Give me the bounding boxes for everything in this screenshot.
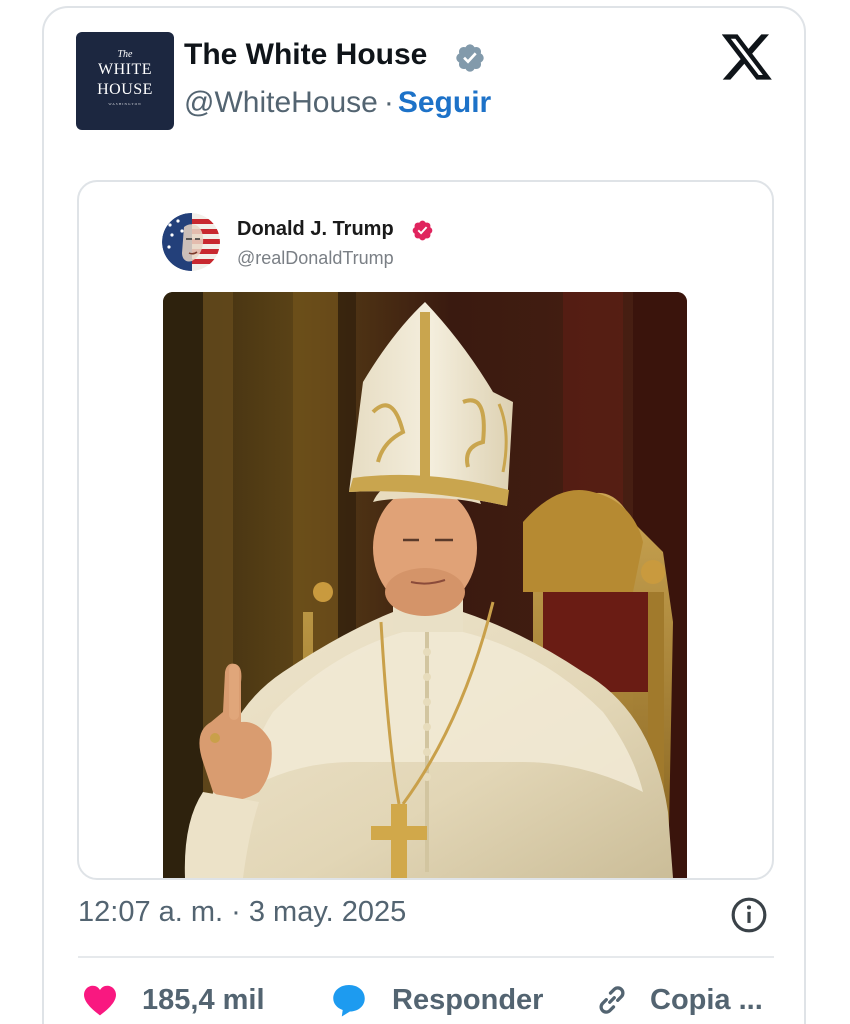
avatar-logo-sub: WASHINGTON	[108, 102, 142, 106]
follow-button[interactable]: Seguir	[398, 86, 491, 119]
x-logo-icon[interactable]	[722, 34, 772, 80]
quoted-author-name[interactable]: Donald J. Trump	[237, 218, 394, 241]
post-timestamp[interactable]: 12:07 a. m. · 3 may. 2025	[78, 896, 406, 929]
info-icon[interactable]	[730, 896, 768, 934]
like-count: 185,4 mil	[142, 983, 265, 1016]
author-name[interactable]: The White House	[184, 38, 427, 72]
verified-badge-icon	[456, 44, 484, 72]
reply-label: Responder	[392, 983, 544, 1016]
avatar-logo-line2: HOUSE	[97, 81, 153, 98]
verified-badge-icon	[412, 220, 433, 241]
quoted-author-avatar[interactable]	[162, 213, 220, 271]
copy-link-label: Copia ...	[650, 983, 763, 1016]
author-handle[interactable]: @WhiteHouse	[184, 86, 378, 119]
avatar-logo-the: The	[117, 49, 133, 60]
author-handle-row: @WhiteHouse · Seguir	[184, 86, 491, 120]
author-avatar[interactable]: The WHITE HOUSE WASHINGTON	[76, 32, 174, 130]
avatar-logo-line1: WHITE	[97, 61, 153, 78]
copy-link-button[interactable]: Copia ...	[594, 980, 763, 1020]
heart-icon	[84, 985, 116, 1016]
like-button[interactable]: 185,4 mil	[82, 980, 265, 1020]
divider	[78, 956, 774, 958]
quoted-author-handle[interactable]: @realDonaldTrump	[237, 248, 394, 269]
post-embed-screen: The WHITE HOUSE WASHINGTON The White Hou…	[0, 0, 850, 1024]
quoted-post-image[interactable]	[163, 292, 687, 878]
handle-separator: ·	[383, 86, 394, 119]
reply-bubble-icon	[333, 985, 365, 1017]
link-icon	[599, 986, 625, 1014]
reply-button[interactable]: Responder	[330, 980, 543, 1020]
